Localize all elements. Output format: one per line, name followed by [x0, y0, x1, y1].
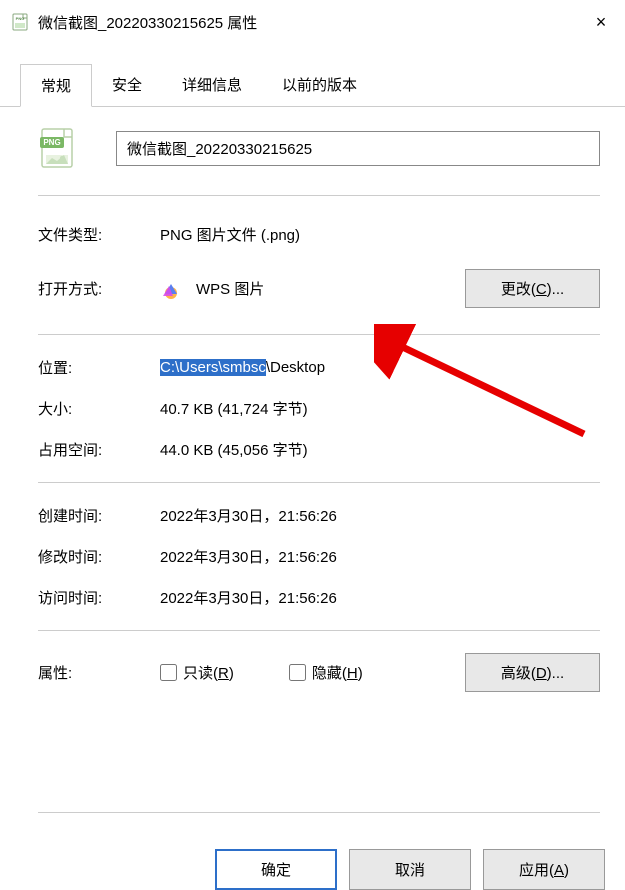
file-header-row: PNG: [38, 127, 600, 196]
created-label: 创建时间:: [38, 505, 160, 526]
location-selected-text: C:\Users\smbsc: [160, 359, 266, 376]
filetype-row: 文件类型: PNG 图片文件 (.png): [38, 214, 600, 255]
openwith-value: WPS 图片 更改(C)...: [160, 269, 600, 308]
title-bar: PNG 微信截图_20220330215625 属性 ×: [0, 0, 625, 44]
readonly-checkbox[interactable]: [160, 664, 177, 681]
readonly-checkbox-label[interactable]: 只读(R): [160, 662, 234, 683]
location-row: 位置: C:\Users\smbsc\Desktop: [38, 347, 600, 388]
svg-text:PNG: PNG: [16, 16, 25, 21]
openwith-label: 打开方式:: [38, 278, 160, 299]
ok-button[interactable]: 确定: [215, 849, 337, 890]
general-tab-content: PNG 文件类型: PNG 图片文件 (.png) 打开方式: WPS 图片 更…: [0, 107, 625, 835]
change-button[interactable]: 更改(C)...: [465, 269, 600, 308]
dialog-button-bar: 确定 取消 应用(A): [0, 835, 625, 890]
divider: [38, 812, 600, 813]
sizeondisk-label: 占用空间:: [38, 439, 160, 460]
location-label: 位置:: [38, 357, 160, 378]
cancel-button[interactable]: 取消: [349, 849, 471, 890]
advanced-button[interactable]: 高级(D)...: [465, 653, 600, 692]
size-label: 大小:: [38, 398, 160, 419]
png-file-icon: PNG: [12, 13, 30, 31]
divider: [38, 334, 600, 335]
tab-general[interactable]: 常规: [20, 64, 92, 107]
size-row: 大小: 40.7 KB (41,724 字节): [38, 388, 600, 429]
modified-row: 修改时间: 2022年3月30日，21:56:26: [38, 536, 600, 577]
sizeondisk-row: 占用空间: 44.0 KB (45,056 字节): [38, 429, 600, 470]
tab-details[interactable]: 详细信息: [162, 64, 262, 106]
apply-button[interactable]: 应用(A): [483, 849, 605, 890]
location-rest-text: \Desktop: [266, 359, 325, 376]
tab-previous-versions[interactable]: 以前的版本: [262, 64, 377, 106]
accessed-value: 2022年3月30日，21:56:26: [160, 587, 600, 608]
png-file-icon-large: PNG: [38, 127, 80, 169]
filetype-value: PNG 图片文件 (.png): [160, 224, 600, 245]
openwith-row: 打开方式: WPS 图片 更改(C)...: [38, 255, 600, 322]
created-row: 创建时间: 2022年3月30日，21:56:26: [38, 495, 600, 536]
accessed-row: 访问时间: 2022年3月30日，21:56:26: [38, 577, 600, 618]
close-button[interactable]: ×: [589, 10, 613, 34]
created-value: 2022年3月30日，21:56:26: [160, 505, 600, 526]
filetype-label: 文件类型:: [38, 224, 160, 245]
modified-value: 2022年3月30日，21:56:26: [160, 546, 600, 567]
attributes-label: 属性:: [38, 662, 160, 683]
tab-security[interactable]: 安全: [92, 64, 162, 106]
attributes-row: 属性: 只读(R) 隐藏(H) 高级(D)...: [38, 643, 600, 702]
hidden-checkbox-label[interactable]: 隐藏(H): [289, 662, 363, 683]
hidden-checkbox[interactable]: [289, 664, 306, 681]
sizeondisk-value: 44.0 KB (45,056 字节): [160, 439, 600, 460]
filename-input[interactable]: [116, 131, 600, 166]
modified-label: 修改时间:: [38, 546, 160, 567]
size-value: 40.7 KB (41,724 字节): [160, 398, 600, 419]
divider: [38, 482, 600, 483]
accessed-label: 访问时间:: [38, 587, 160, 608]
wps-app-icon: [160, 278, 182, 300]
location-value[interactable]: C:\Users\smbsc\Desktop: [160, 359, 600, 376]
attributes-value: 只读(R) 隐藏(H) 高级(D)...: [160, 653, 600, 692]
divider: [38, 630, 600, 631]
openwith-app-name: WPS 图片: [196, 278, 264, 299]
tab-strip: 常规 安全 详细信息 以前的版本: [0, 44, 625, 107]
svg-text:PNG: PNG: [43, 138, 60, 147]
window-title: 微信截图_20220330215625 属性: [38, 12, 589, 33]
